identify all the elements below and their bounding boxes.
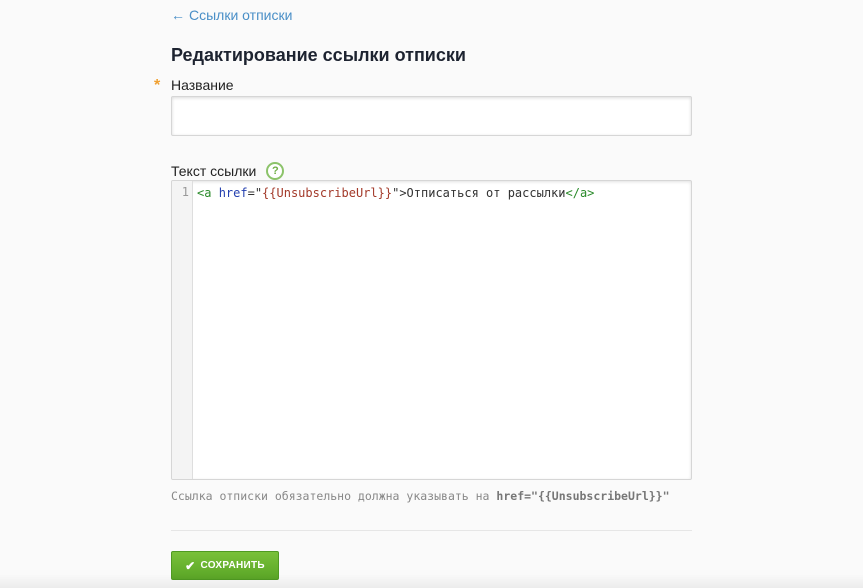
code-attr-value: {{UnsubscribeUrl}} — [262, 186, 393, 200]
back-link-label: Ссылки отписки — [189, 7, 293, 23]
form-divider — [171, 530, 692, 531]
save-button-label: СОХРАНИТЬ — [200, 560, 265, 571]
unsubscribe-hint: Ссылка отписки обязательно должна указыв… — [171, 489, 670, 503]
required-asterisk-icon: * — [154, 77, 161, 94]
check-icon: ✔ — [185, 558, 196, 573]
back-arrow-icon: ← — [171, 7, 185, 23]
name-label: Название — [171, 77, 234, 93]
line-number: 1 — [181, 185, 189, 199]
code-close-tag: </a> — [565, 186, 595, 200]
save-button[interactable]: ✔ СОХРАНИТЬ — [171, 551, 279, 580]
help-icon[interactable]: ? — [266, 162, 285, 180]
page-title: Редактирование ссылки отписки — [171, 45, 466, 65]
link-text-code-editor[interactable]: 1 <a href="{{UnsubscribeUrl}}">Отписатьс… — [171, 180, 692, 480]
editor-gutter: 1 — [172, 181, 193, 479]
hint-code: href="{{UnsubscribeUrl}}" — [496, 489, 670, 503]
link-text-label-row: Текст ссылки ? — [171, 162, 285, 180]
link-text-label: Текст ссылки — [171, 163, 257, 179]
back-link[interactable]: ← Ссылки отписки — [171, 7, 292, 23]
code-attr-name: href — [218, 186, 248, 200]
code-eq-quote: =" — [247, 186, 263, 200]
editor-code-area[interactable]: <a href="{{UnsubscribeUrl}}">Отписаться … — [193, 181, 691, 479]
code-link-text: Отписаться от рассылки — [406, 186, 566, 200]
hint-text: Ссылка отписки обязательно должна указыв… — [171, 489, 497, 503]
edit-unsubscribe-link-page: ← Ссылки отписки Редактирование ссылки о… — [0, 0, 863, 588]
code-open-tag: <a — [197, 186, 212, 200]
code-close-quote: "> — [392, 186, 407, 200]
bottom-shade — [0, 574, 863, 588]
name-input[interactable] — [171, 96, 692, 136]
